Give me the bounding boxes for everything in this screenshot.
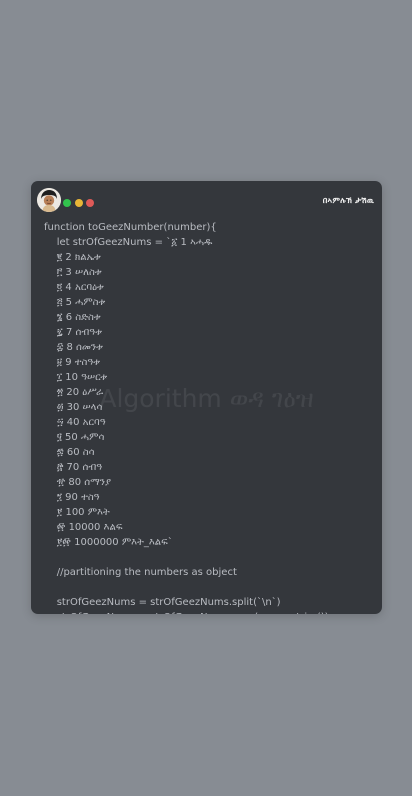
code-line: ፯ 7 ሰብዓቱ — [44, 327, 102, 338]
code-line: function toGeezNumber(number){ — [44, 222, 217, 233]
code-line: ፸ 70 ሰብዓ — [44, 462, 103, 473]
code-line: ፱ 9 ተስዓቱ — [44, 357, 101, 368]
code-line: ፻፼ 1000000 ምእት_እልፍ` — [44, 537, 173, 548]
code-line: ፺ 90 ተስዓ — [44, 492, 100, 503]
code-card: በኣምሉኽ ታሽዉ Algorithm ወዳ ገዕዝ function toGe… — [31, 181, 382, 614]
code-line: ፳ 20 ዕሥራ — [44, 387, 104, 398]
code-line: ፫ 3 ሠለስቱ — [44, 267, 102, 278]
code-line: let strOfGeezNums = `፩ 1 ኣሓዱ — [44, 237, 213, 248]
yellow-dot-icon — [75, 199, 83, 207]
code-line: ፴ 30 ሠላሳ — [44, 402, 103, 413]
code-line: ፵ 40 አርባዓ — [44, 417, 106, 428]
code-line: ፶ 50 ሓምሳ — [44, 432, 105, 443]
code-line: ፼ 10000 እልፍ — [44, 522, 123, 533]
code-line: ፰ 8 ሰመንቱ — [44, 342, 103, 353]
code-line: strOfGeezNums = strOfGeezNums.split(`\n`… — [44, 597, 281, 608]
code-line: strOfGeezNums = strOfGeezNums.map(x => x… — [44, 610, 376, 614]
code-line: //partitioning the numbers as object — [44, 567, 237, 578]
code-line: ፲ 10 ዓሠርቱ — [44, 372, 108, 383]
green-dot-icon — [63, 199, 71, 207]
code-line: ፪ 2 ክልኤቱ — [44, 252, 101, 263]
red-dot-icon — [86, 199, 94, 207]
code-line: ፬ 4 አርባዕቱ — [44, 282, 104, 293]
code-line: ፷ 60 ስሳ — [44, 447, 95, 458]
code-line: ፻ 100 ምእት — [44, 507, 110, 518]
code-line: ፹ 80 ሰማንያ — [44, 477, 112, 488]
avatar-icon — [37, 188, 61, 212]
code-line: ፭ 5 ሓምስቱ — [44, 297, 106, 308]
code-block: function toGeezNumber(number){ let strOf… — [44, 220, 376, 614]
brand-label: በኣምሉኽ ታሽዉ — [322, 196, 374, 205]
code-line: ፮ 6 ስድስቱ — [44, 312, 101, 323]
